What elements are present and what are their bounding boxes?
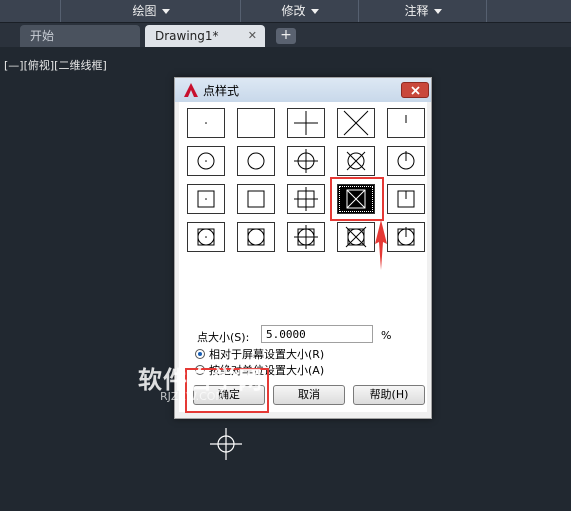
radio-relative-size[interactable] <box>195 349 205 359</box>
new-tab-button[interactable]: + <box>276 28 296 44</box>
square-circle-x-point-icon <box>345 226 367 248</box>
dialog-titlebar[interactable]: 点样式 <box>175 78 431 102</box>
x-point-icon <box>343 110 369 136</box>
chevron-down-icon <box>310 9 319 14</box>
point-style-circle[interactable] <box>237 146 275 176</box>
close-icon <box>411 86 420 95</box>
tab-drawing1-label: Drawing1* <box>155 29 219 43</box>
tick-point-icon <box>405 115 407 123</box>
chevron-down-icon <box>433 9 442 14</box>
point-size-unit: % <box>381 329 392 342</box>
help-button[interactable]: 帮助(H) <box>353 385 425 405</box>
menu-annotate-label: 注释 <box>404 4 429 18</box>
point-style-dot[interactable] <box>187 108 225 138</box>
tab-drawing1[interactable]: Drawing1* ✕ <box>145 25 265 47</box>
point-style-none[interactable] <box>237 108 275 138</box>
point-style-square-tick[interactable] <box>387 184 425 214</box>
point-size-label: 点大小(S): <box>197 331 250 344</box>
menu-spacer-right <box>486 0 571 22</box>
circle-plus-point-icon <box>294 149 318 173</box>
circle-point-icon <box>247 152 265 170</box>
menu-annotate[interactable]: 注释 <box>358 0 487 22</box>
square-dot-point-icon <box>197 190 215 208</box>
point-style-circle-tick[interactable] <box>387 146 425 176</box>
close-button[interactable] <box>401 82 429 98</box>
dot-point-icon <box>205 122 207 124</box>
point-style-x[interactable] <box>337 108 375 138</box>
menu-modify[interactable]: 修改 <box>240 0 359 22</box>
plus-point-icon <box>294 111 318 135</box>
cancel-button[interactable]: 取消 <box>273 385 345 405</box>
square-circle-plus-point-icon <box>294 225 318 249</box>
autocad-logo-icon <box>184 83 198 97</box>
point-size-input[interactable]: 5.0000 <box>261 325 373 343</box>
square-circle-dot-point-icon <box>197 228 215 246</box>
point-style-plus[interactable] <box>287 108 325 138</box>
dialog-title: 点样式 <box>203 84 240 98</box>
point-style-square-plus[interactable] <box>287 184 325 214</box>
square-plus-point-icon <box>294 187 318 211</box>
chevron-down-icon <box>161 9 170 14</box>
point-style-square-circle-x[interactable] <box>337 222 375 252</box>
point-style-square-circle-dot[interactable] <box>187 222 225 252</box>
menu-spacer <box>0 0 60 22</box>
watermark-url: RJZXW.COM <box>160 390 225 403</box>
crosshair-cursor-icon <box>210 428 242 460</box>
menu-modify-label: 修改 <box>281 4 306 18</box>
document-tab-bar: 开始 Drawing1* ✕ + <box>0 23 571 47</box>
point-style-square-circle-plus[interactable] <box>287 222 325 252</box>
point-style-circle-plus[interactable] <box>287 146 325 176</box>
point-style-square-circle[interactable] <box>237 222 275 252</box>
point-style-square-circle-tick[interactable] <box>387 222 425 252</box>
point-style-circle-x[interactable] <box>337 146 375 176</box>
square-tick-point-icon <box>397 190 415 208</box>
point-style-square-dot[interactable] <box>187 184 225 214</box>
menu-draw-label: 绘图 <box>132 4 157 18</box>
close-icon[interactable]: ✕ <box>248 25 257 47</box>
point-style-circle-dot[interactable] <box>187 146 225 176</box>
arrow-up-icon <box>375 220 387 270</box>
point-style-square[interactable] <box>237 184 275 214</box>
selection-highlight-box <box>330 177 384 221</box>
point-style-tick[interactable] <box>387 108 425 138</box>
circle-dot-point-icon <box>197 152 215 170</box>
viewport-controls-label[interactable]: [—][俯视][二维线框] <box>4 57 107 73</box>
circle-tick-point-icon <box>397 151 415 170</box>
square-circle-tick-point-icon <box>397 227 415 246</box>
circle-x-point-icon <box>346 151 366 171</box>
menu-draw[interactable]: 绘图 <box>60 0 241 22</box>
square-circle-point-icon <box>247 228 265 246</box>
square-point-icon <box>247 190 265 208</box>
tab-start[interactable]: 开始 <box>20 25 140 47</box>
menu-bar: 绘图 修改 注释 <box>0 0 571 23</box>
